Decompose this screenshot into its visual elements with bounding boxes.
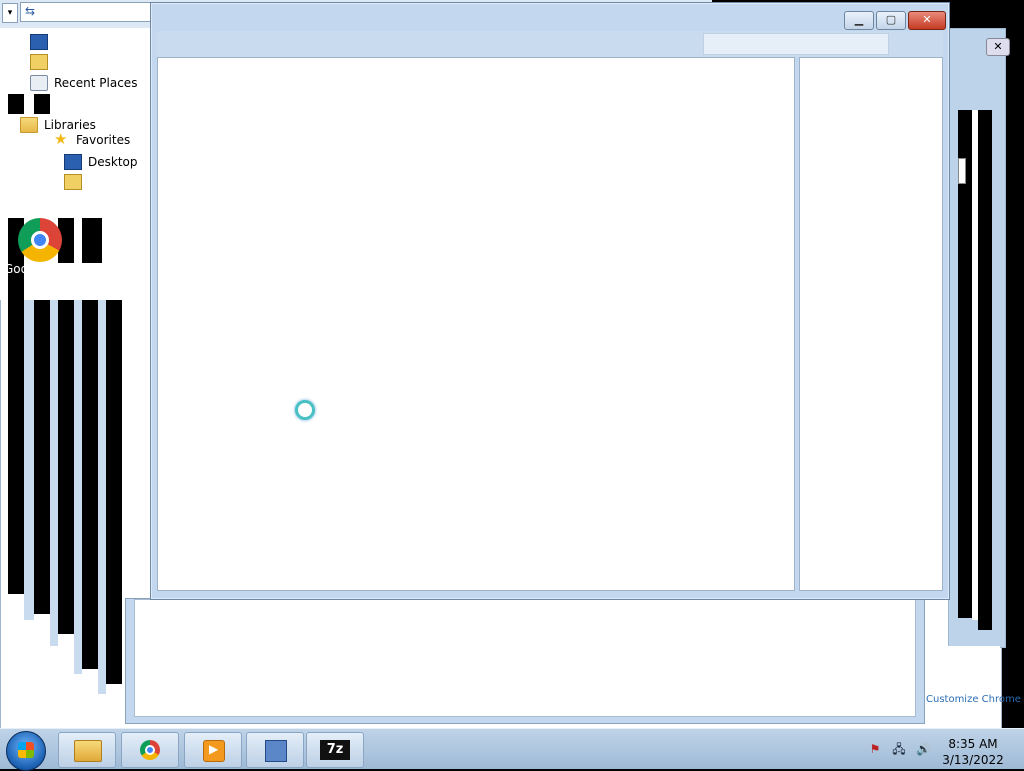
navigation-pane: Recent Places Libraries ★ Favorites Desk… xyxy=(0,28,156,300)
file-list-pane[interactable] xyxy=(157,57,795,591)
nav-item-downloads-2[interactable] xyxy=(64,174,88,190)
nav-item-label: Libraries xyxy=(44,118,96,132)
media-icon xyxy=(203,740,225,762)
preview-pane xyxy=(799,57,943,591)
taskbar-media-button[interactable] xyxy=(184,732,242,768)
libraries-icon xyxy=(20,117,38,133)
taskbar-network-button[interactable] xyxy=(246,732,304,768)
title-bar[interactable]: ▁ ▢ ✕ xyxy=(151,3,949,31)
ghost-close-icon: ✕ xyxy=(986,38,1010,56)
ghost-strip xyxy=(948,646,1000,728)
network-status-icon[interactable]: 🖧 xyxy=(892,742,906,756)
taskbar-7zip-button[interactable]: 7z xyxy=(306,732,364,768)
downloads-icon xyxy=(64,174,82,190)
maximize-button[interactable]: ▢ xyxy=(876,11,906,30)
7zip-icon: 7z xyxy=(320,740,350,760)
windows-logo-icon xyxy=(18,742,34,758)
address-dropdown-button[interactable]: ▾ xyxy=(2,3,18,23)
toolbar xyxy=(157,31,943,57)
volume-icon[interactable]: 🔊 xyxy=(916,742,931,756)
clock-time[interactable]: 8:35 AM xyxy=(938,737,1008,751)
minimize-button[interactable]: ▁ xyxy=(844,11,874,30)
recent-places-icon xyxy=(30,75,48,91)
nav-item-favorites[interactable]: ★ Favorites xyxy=(54,132,130,148)
folder-icon xyxy=(74,740,102,762)
explorer-window: ▁ ▢ ✕ xyxy=(150,2,950,600)
ghost-stripe xyxy=(82,218,102,263)
nav-item-desktop-2[interactable]: Desktop xyxy=(64,154,138,170)
ghost-stripe xyxy=(8,94,24,114)
desktop-icon xyxy=(30,34,48,50)
chrome-desktop-icon[interactable] xyxy=(18,218,62,262)
system-tray: ⚑ 🖧 🔊 8:35 AM 3/13/2022 xyxy=(858,733,1024,767)
ghost-stripe xyxy=(958,110,972,618)
customize-chrome-link[interactable]: Customize Chrome xyxy=(926,694,1021,705)
taskbar-chrome-button[interactable] xyxy=(121,732,179,768)
loading-spinner-icon xyxy=(295,400,315,420)
ghost-stripe xyxy=(978,110,992,630)
network-icon xyxy=(265,740,287,762)
close-button[interactable]: ✕ xyxy=(908,11,946,30)
nav-item-downloads[interactable] xyxy=(30,54,54,70)
lower-window xyxy=(125,598,925,724)
refresh-icon[interactable]: ⇆ xyxy=(25,4,35,18)
chrome-desktop-label: Google Chr... xyxy=(4,262,82,276)
lower-window-content xyxy=(134,599,916,717)
ghost-strip xyxy=(972,110,978,620)
ghost-scrollbar-thumb xyxy=(958,158,966,184)
clock-date[interactable]: 3/13/2022 xyxy=(938,753,1008,767)
star-icon: ★ xyxy=(54,130,68,148)
downloads-icon xyxy=(30,54,48,70)
ghost-stripe xyxy=(34,94,50,114)
nav-item-label: Desktop xyxy=(88,155,138,169)
start-button[interactable] xyxy=(6,731,46,771)
nav-item-desktop[interactable] xyxy=(30,34,54,50)
chrome-icon xyxy=(140,740,160,760)
taskbar-explorer-button[interactable] xyxy=(58,732,116,768)
search-input[interactable] xyxy=(703,33,889,55)
nav-item-recent-places[interactable]: Recent Places xyxy=(30,75,137,91)
action-center-flag-icon[interactable]: ⚑ xyxy=(868,742,882,756)
nav-item-label: Recent Places xyxy=(54,76,138,90)
nav-item-label: Favorites xyxy=(76,133,131,147)
taskbar: 7z ⚑ 🖧 🔊 8:35 AM 3/13/2022 xyxy=(0,728,1024,771)
desktop-icon xyxy=(64,154,82,170)
